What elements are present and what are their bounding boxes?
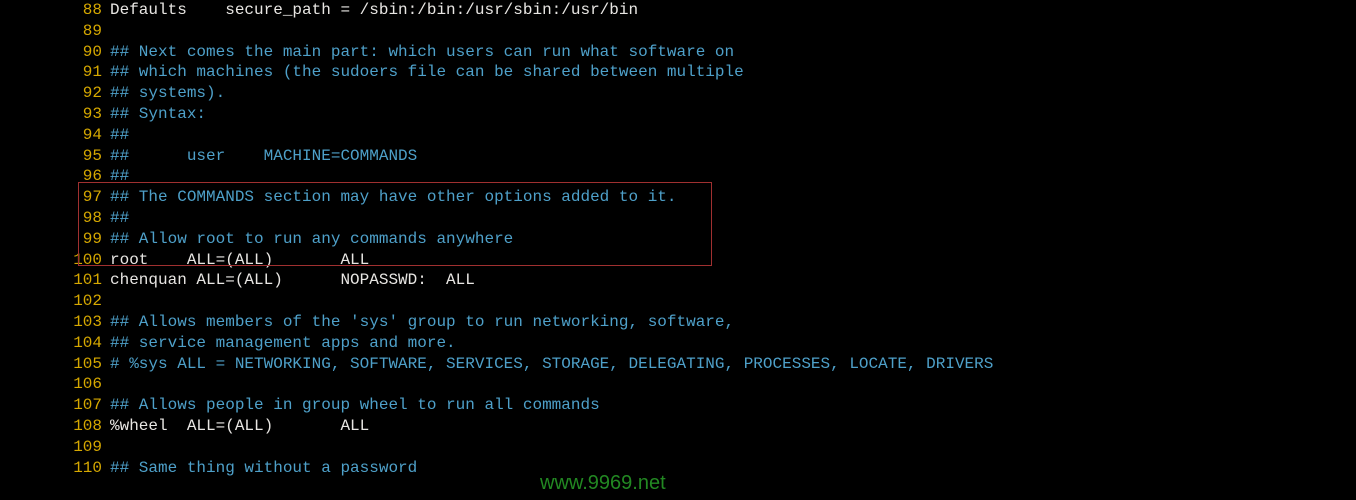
- line-number: 97: [0, 187, 110, 208]
- line-content: ## Syntax:: [110, 104, 206, 125]
- code-line[interactable]: 107## Allows people in group wheel to ru…: [0, 395, 1356, 416]
- code-editor[interactable]: 88Defaults secure_path = /sbin:/bin:/usr…: [0, 0, 1356, 478]
- line-number: 88: [0, 0, 110, 21]
- code-line[interactable]: 95## user MACHINE=COMMANDS: [0, 146, 1356, 167]
- line-content: ## Next comes the main part: which users…: [110, 42, 734, 63]
- code-line[interactable]: 98##: [0, 208, 1356, 229]
- line-number: 96: [0, 166, 110, 187]
- line-content: # %sys ALL = NETWORKING, SOFTWARE, SERVI…: [110, 354, 993, 375]
- line-number: 109: [0, 437, 110, 458]
- code-line[interactable]: 97## The COMMANDS section may have other…: [0, 187, 1356, 208]
- line-content: ##: [110, 125, 129, 146]
- code-line[interactable]: 99## Allow root to run any commands anyw…: [0, 229, 1356, 250]
- code-line[interactable]: 105# %sys ALL = NETWORKING, SOFTWARE, SE…: [0, 354, 1356, 375]
- code-line[interactable]: 109: [0, 437, 1356, 458]
- line-number: 103: [0, 312, 110, 333]
- line-number: 110: [0, 458, 110, 479]
- code-line[interactable]: 101chenquan ALL=(ALL) NOPASSWD: ALL: [0, 270, 1356, 291]
- code-line[interactable]: 89: [0, 21, 1356, 42]
- line-number: 99: [0, 229, 110, 250]
- code-line[interactable]: 106: [0, 374, 1356, 395]
- line-number: 108: [0, 416, 110, 437]
- line-content: ##: [110, 166, 129, 187]
- code-line[interactable]: 104## service management apps and more.: [0, 333, 1356, 354]
- line-content: %wheel ALL=(ALL) ALL: [110, 416, 369, 437]
- line-content: ##: [110, 208, 129, 229]
- code-line[interactable]: 93## Syntax:: [0, 104, 1356, 125]
- line-content: Defaults secure_path = /sbin:/bin:/usr/s…: [110, 0, 638, 21]
- line-content: chenquan ALL=(ALL) NOPASSWD: ALL: [110, 270, 475, 291]
- line-number: 106: [0, 374, 110, 395]
- line-number: 92: [0, 83, 110, 104]
- code-line[interactable]: 110## Same thing without a password: [0, 458, 1356, 479]
- line-number: 101: [0, 270, 110, 291]
- line-number: 105: [0, 354, 110, 375]
- code-line[interactable]: 103## Allows members of the 'sys' group …: [0, 312, 1356, 333]
- line-number: 100: [0, 250, 110, 271]
- line-content: ## Allows members of the 'sys' group to …: [110, 312, 734, 333]
- line-content: ## Allows people in group wheel to run a…: [110, 395, 600, 416]
- code-line[interactable]: 92## systems).: [0, 83, 1356, 104]
- code-line[interactable]: 88Defaults secure_path = /sbin:/bin:/usr…: [0, 0, 1356, 21]
- code-line[interactable]: 96##: [0, 166, 1356, 187]
- line-number: 93: [0, 104, 110, 125]
- line-content: ## service management apps and more.: [110, 333, 456, 354]
- line-content: ## Same thing without a password: [110, 458, 417, 479]
- code-line[interactable]: 100root ALL=(ALL) ALL: [0, 250, 1356, 271]
- line-number: 107: [0, 395, 110, 416]
- code-line[interactable]: 108%wheel ALL=(ALL) ALL: [0, 416, 1356, 437]
- line-number: 102: [0, 291, 110, 312]
- code-line[interactable]: 90## Next comes the main part: which use…: [0, 42, 1356, 63]
- line-content: ## user MACHINE=COMMANDS: [110, 146, 417, 167]
- code-line[interactable]: 102: [0, 291, 1356, 312]
- line-content: ## The COMMANDS section may have other o…: [110, 187, 677, 208]
- code-line[interactable]: 91## which machines (the sudoers file ca…: [0, 62, 1356, 83]
- line-number: 98: [0, 208, 110, 229]
- line-number: 91: [0, 62, 110, 83]
- line-number: 89: [0, 21, 110, 42]
- line-number: 94: [0, 125, 110, 146]
- line-content: ## Allow root to run any commands anywhe…: [110, 229, 513, 250]
- code-line[interactable]: 94##: [0, 125, 1356, 146]
- line-number: 90: [0, 42, 110, 63]
- line-number: 95: [0, 146, 110, 167]
- line-content: ## systems).: [110, 83, 225, 104]
- line-content: ## which machines (the sudoers file can …: [110, 62, 744, 83]
- line-number: 104: [0, 333, 110, 354]
- line-content: root ALL=(ALL) ALL: [110, 250, 369, 271]
